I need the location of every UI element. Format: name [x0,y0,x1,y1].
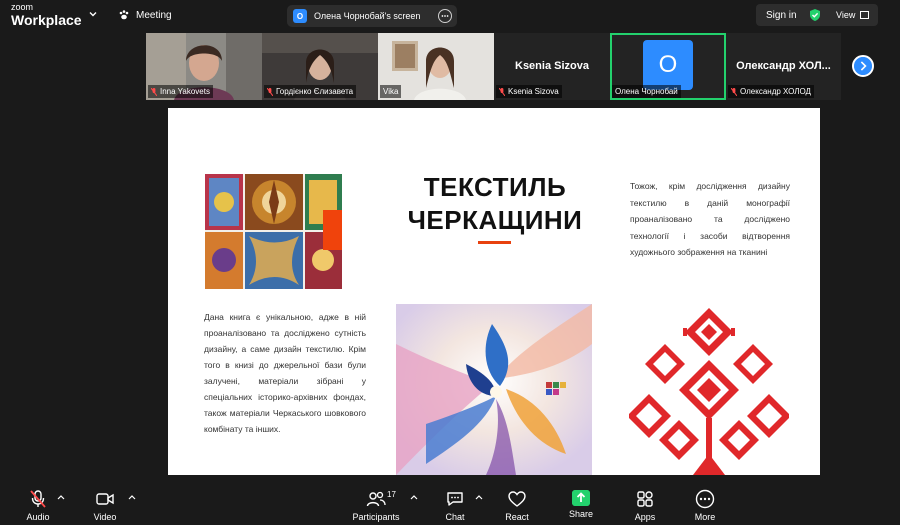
top-bar: zoom Workplace Meeting О Олена Чорнобай'… [0,0,900,33]
zoom-window: zoom Workplace Meeting О Олена Чорнобай'… [0,0,900,525]
slide-text-right: Тожож, крім дослідження дизайну текстилю… [630,181,790,257]
slide-text-left: Дана книга є унікальною, адже в ній проа… [204,312,366,434]
logo-line1: zoom [11,2,34,12]
meeting-toolbar: Audio Video Participants 17 Chat React S… [0,482,900,525]
video-label: Video [93,512,117,522]
participant-name: Олена Чорнобай [615,87,678,96]
mic-muted-icon [499,87,505,96]
chat-label: Chat [445,512,465,522]
mic-muted-icon [267,87,273,96]
participant-tile[interactable]: Ksenia Sizova Ksenia Sizova [494,33,610,100]
logo-line2: Workplace [11,12,82,28]
chevron-up-icon[interactable] [57,494,65,500]
mic-muted-icon [731,87,737,96]
video-camera-icon [96,493,114,505]
heart-icon [508,491,526,507]
participant-label: Inna Yakovets [148,85,213,98]
shield-check-icon[interactable] [808,8,822,22]
participant-tile[interactable]: Гордієнко Єлизавета [262,33,378,100]
participant-tile-active-speaker[interactable]: О Олена Чорнобай [610,33,726,100]
view-button[interactable]: View [836,10,855,20]
participants-button[interactable]: Participants [350,482,402,525]
chevron-up-icon[interactable] [128,494,136,500]
sharer-text: Олена Чорнобай's screen [314,11,421,21]
participant-tile[interactable]: Vika [378,33,494,100]
view-grid-icon[interactable] [860,11,869,19]
more-options-icon[interactable] [438,9,452,23]
participant-label: Олена Чорнобай [612,85,681,98]
video-button[interactable]: Video [89,482,121,525]
participants-label: Participants [352,512,400,522]
participants-icon [366,491,386,507]
participant-label: Гордієнко Єлизавета [264,85,357,98]
more-dots-icon [695,489,715,509]
react-button[interactable]: React [502,482,532,525]
more-label: More [694,512,716,522]
apps-button[interactable]: Apps [631,482,659,525]
mic-muted-icon [30,490,46,508]
participant-big-name: Ksenia Sizova [515,60,589,72]
participant-big-name: Олександр ХОЛ... [736,60,831,72]
slide-title: ТЕКСТИЛЬ ЧЕРКАЩИНИ [400,171,590,237]
meeting-label: Meeting [136,9,172,21]
sharer-badge: О [293,9,307,23]
audio-label: Audio [26,512,50,522]
share-screen-button[interactable]: Share [567,482,595,525]
embroidery-ornament-image [629,304,789,475]
shared-screen-slide: ТЕКСТИЛЬ ЧЕРКАЩИНИ Тожож, крім досліджен… [168,108,820,475]
slide-title-line2: ЧЕРКАЩИНИ [407,205,583,235]
signin-button[interactable]: Sign in [766,10,797,21]
slide-title-line1: ТЕКСТИЛЬ [423,172,567,202]
more-button[interactable]: More [691,482,719,525]
participant-name: Олександр ХОЛОД [740,87,811,96]
participants-count: 17 [387,490,396,499]
title-accent-line [478,241,511,244]
participant-tile[interactable]: Олександр ХОЛ... Олександр ХОЛОД [726,33,841,100]
mic-muted-icon [151,87,157,96]
participant-label: Vika [380,85,402,98]
audio-button[interactable]: Audio [22,482,54,525]
participant-name: Vika [383,87,399,96]
screen-share-indicator[interactable]: О Олена Чорнобай's screen [287,5,457,27]
chat-icon [447,492,463,506]
participant-name: Inna Yakovets [160,87,210,96]
apps-label: Apps [634,512,656,522]
meeting-info-button[interactable]: Meeting [118,9,172,21]
paw-icon [119,10,129,20]
chevron-up-icon[interactable] [475,494,483,500]
participant-label: Ksenia Sizova [496,85,562,98]
participant-name: Гордієнко Єлизавета [276,87,354,96]
gallery-next-button[interactable] [852,55,874,77]
apps-icon [637,491,653,507]
zoom-logo[interactable]: zoom Workplace [11,2,82,28]
share-screen-icon [572,490,590,506]
signin-view-group: Sign in View [756,4,878,26]
participant-gallery: Inna Yakovets Гордієнко Єлизавета Vika K… [146,33,841,100]
abstract-textile-image [396,304,592,475]
chevron-up-icon[interactable] [410,494,418,500]
participant-name: Ksenia Sizova [508,87,559,96]
chevron-down-icon[interactable] [88,9,98,19]
share-label: Share [568,509,594,519]
chat-button[interactable]: Chat [441,482,469,525]
textile-collage-image [205,174,342,289]
avatar: О [643,40,693,90]
participant-label: Олександр ХОЛОД [728,85,814,98]
react-label: React [505,512,529,522]
participant-tile[interactable]: Inna Yakovets [146,33,262,100]
